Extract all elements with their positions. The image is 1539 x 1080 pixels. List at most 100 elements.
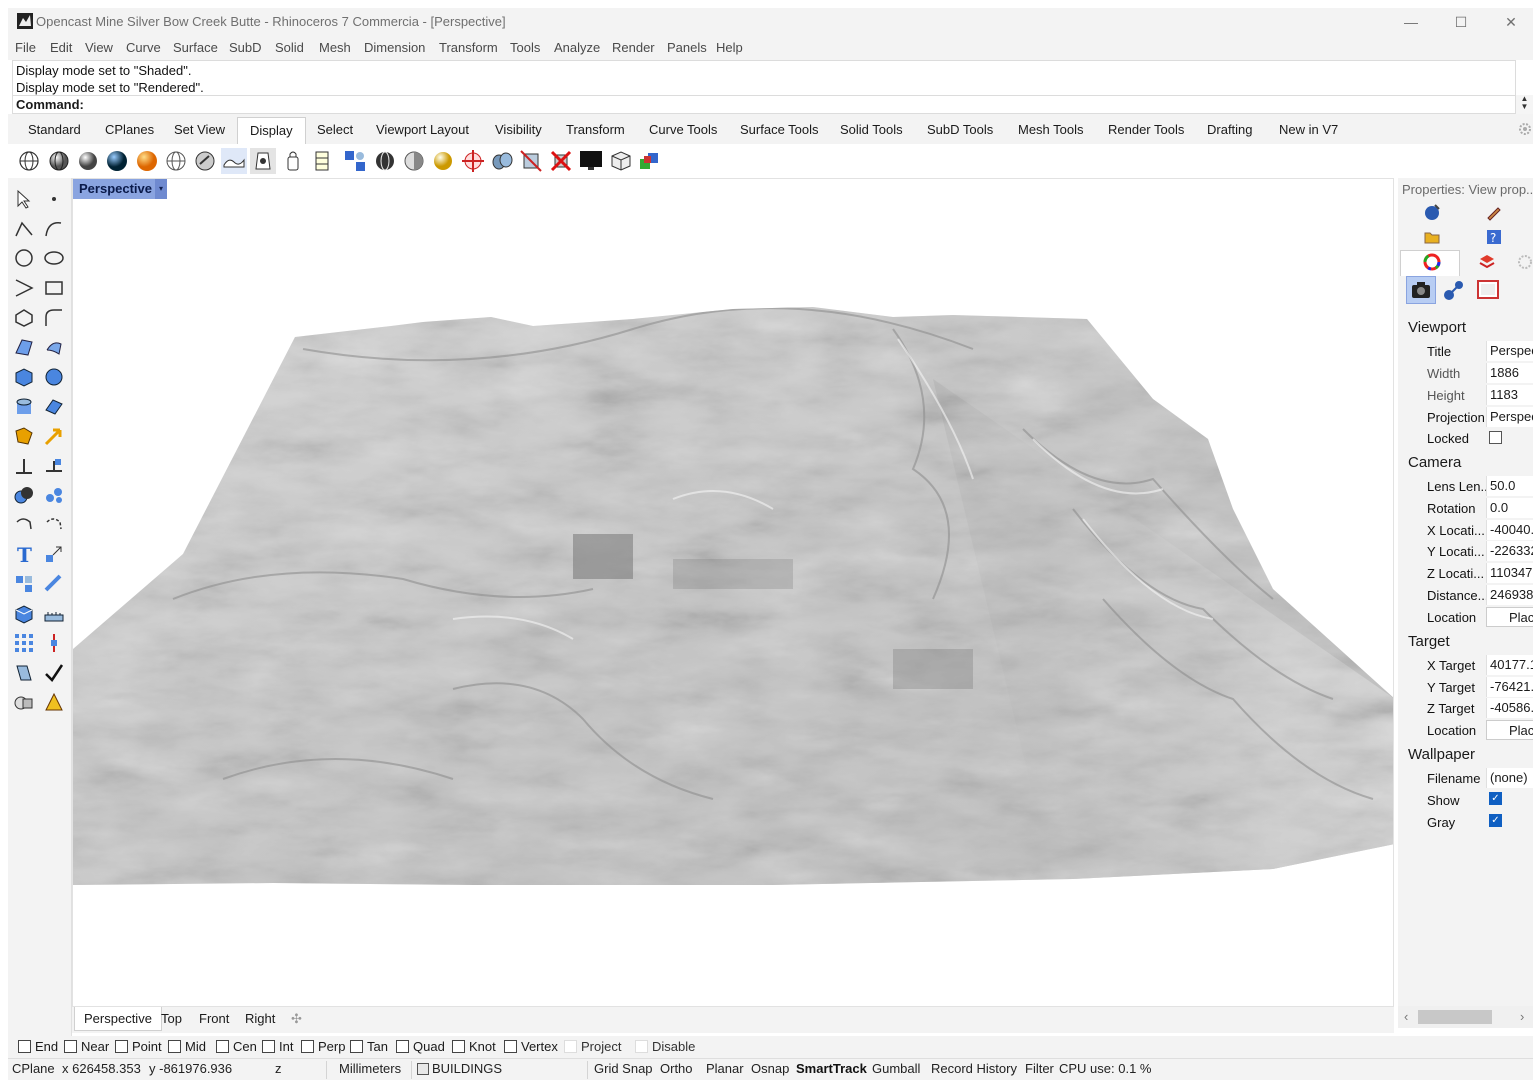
brush-icon[interactable] [1485,203,1503,221]
fillet-icon[interactable] [43,307,65,329]
help-icon[interactable]: ? [1485,228,1503,246]
command-scroll-arrows[interactable]: ▲ ▼ [1516,95,1533,114]
filename-field[interactable]: (none) [1486,768,1533,788]
x-location-field[interactable]: -40040.1 [1486,520,1533,540]
tab-surface-tools[interactable]: Surface Tools [740,122,819,137]
menu-curve[interactable]: Curve [126,40,161,55]
tab-set-view[interactable]: Set View [174,122,225,137]
extrude-icon[interactable] [43,396,65,418]
osnap-point[interactable]: Point [115,1039,162,1054]
viewport-menu-arrow[interactable]: ▾ [155,179,167,199]
scroll-right-icon[interactable]: › [1520,1009,1524,1024]
menu-help[interactable]: Help [716,40,743,55]
osnap-cen[interactable]: Cen [216,1039,257,1054]
checkbox[interactable] [396,1040,409,1053]
lock-icon[interactable] [280,148,306,174]
grid-snap-toggle[interactable]: Grid Snap [594,1061,653,1076]
view-tab-top[interactable]: Top [161,1011,182,1026]
tab-mesh-tools[interactable]: Mesh Tools [1018,122,1084,137]
block-icon[interactable] [13,603,35,625]
z-target-field[interactable]: -40586.3 [1486,698,1533,718]
tab-viewport-layout[interactable]: Viewport Layout [376,122,469,137]
menu-view[interactable]: View [85,40,113,55]
tab-new-in-v7[interactable]: New in V7 [1279,122,1338,137]
filter-toggle[interactable]: Filter [1025,1061,1054,1076]
color-box-icon[interactable] [637,148,663,174]
view-tab-perspective[interactable]: Perspective [74,1007,162,1031]
osnap-toggle[interactable]: Osnap [751,1061,789,1076]
menu-analyze[interactable]: Analyze [554,40,600,55]
boxes-icon[interactable] [608,148,634,174]
scroll-thumb[interactable] [1418,1010,1492,1024]
current-layer[interactable]: BUILDINGS [432,1061,502,1076]
maximize-button[interactable]: ☐ [1438,8,1484,36]
checkbox[interactable] [64,1040,77,1053]
show-checkbox[interactable]: ✓ [1489,792,1502,805]
width-field[interactable]: 1886 [1486,363,1533,383]
layout-icon[interactable] [13,662,35,684]
display-mode-icon[interactable] [250,148,276,174]
dimension-icon[interactable] [43,573,65,595]
xray-icon[interactable] [134,148,160,174]
menu-solid[interactable]: Solid [275,40,304,55]
menu-subd[interactable]: SubD [229,40,262,55]
analysis-icon[interactable] [372,148,398,174]
zebra-icon[interactable] [401,148,427,174]
target-icon[interactable] [1442,278,1466,302]
tab-solid-tools[interactable]: Solid Tools [840,122,903,137]
gray-checkbox[interactable]: ✓ [1489,814,1502,827]
osnap-project[interactable]: Project [564,1039,621,1054]
section-icon[interactable] [518,148,544,174]
array-icon[interactable] [13,573,35,595]
check-icon[interactable] [43,662,65,684]
camera-place-button[interactable]: Place... [1486,607,1533,627]
lens-length-field[interactable]: 50.0 [1486,476,1533,496]
curve-icon[interactable] [43,218,65,240]
tab-visibility[interactable]: Visibility [495,122,542,137]
rotation-field[interactable]: 0.0 [1486,498,1533,518]
trim-icon[interactable] [43,455,65,477]
target-place-button[interactable]: Place... [1486,720,1533,740]
polyline-icon[interactable] [13,218,35,240]
sphere-icon[interactable] [43,366,65,388]
menu-render[interactable]: Render [612,40,655,55]
arc-icon[interactable] [13,277,35,299]
loft-icon[interactable] [43,336,65,358]
checkbox[interactable] [635,1040,648,1053]
menu-transform[interactable]: Transform [439,40,498,55]
checkbox[interactable] [115,1040,128,1053]
add-view-tab-icon[interactable]: ✣ [291,1011,302,1027]
menu-surface[interactable]: Surface [173,40,218,55]
osnap-disable[interactable]: Disable [635,1039,695,1054]
offset-icon[interactable] [43,514,65,536]
cylinder-tool-icon[interactable] [13,396,35,418]
surface-icon[interactable] [13,336,35,358]
toggle-icon[interactable] [342,148,368,174]
point-icon[interactable] [43,188,65,210]
boolean-icon[interactable] [13,484,35,506]
rotate-icon[interactable] [13,514,35,536]
box-icon[interactable] [13,366,35,388]
monitor-icon[interactable] [578,148,604,174]
tab-display[interactable]: Display [237,117,306,144]
close-button[interactable]: ✕ [1488,8,1534,36]
text-icon[interactable]: T [13,543,35,567]
menu-tools[interactable]: Tools [510,40,540,55]
select-arrow-icon[interactable] [13,188,35,210]
split-icon[interactable] [13,455,35,477]
cylinder-icon[interactable] [489,148,515,174]
osnap-int[interactable]: Int [262,1039,293,1054]
gumball-icon[interactable] [43,632,65,654]
minimize-button[interactable]: — [1388,8,1434,36]
panel-scrollbar[interactable]: ‹ › [1398,1006,1533,1028]
wireframe-icon[interactable] [16,148,42,174]
perspective-viewport[interactable]: Perspective ▾ [72,178,1394,1007]
menu-file[interactable]: File [15,40,36,55]
layers-icon[interactable] [1478,253,1496,271]
units-label[interactable]: Millimeters [339,1061,401,1076]
rectangle-icon[interactable] [43,277,65,299]
rendered-icon[interactable] [75,148,101,174]
explode-icon[interactable] [43,484,65,506]
checkbox[interactable] [168,1040,181,1053]
technical-icon[interactable] [163,148,189,174]
